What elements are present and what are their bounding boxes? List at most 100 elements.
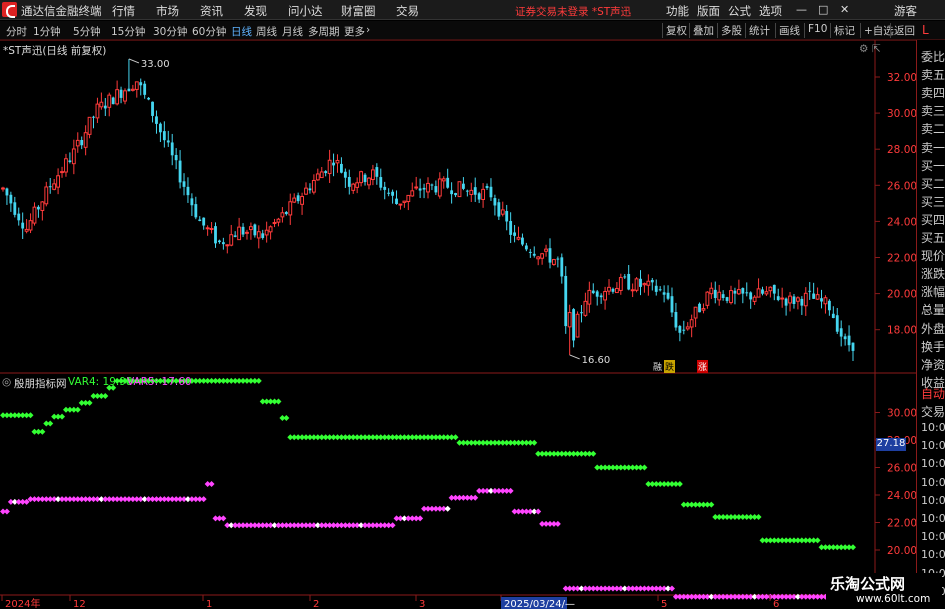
candle [795,296,800,310]
candle [194,196,198,220]
candle-body [426,182,430,193]
candle [398,203,403,210]
side-trade-label[interactable]: 自动 [921,385,945,402]
login-status[interactable]: 证券交易未登录 *ST声迅 [515,4,631,19]
period-tab-1min[interactable]: 1分钟 [33,24,61,39]
menu-item-quotes[interactable]: 行情 [112,3,135,19]
mark-button[interactable]: 标记 [830,23,855,38]
candle [87,116,92,139]
fall-marker[interactable]: 跌 [664,360,676,373]
multi-stock-button[interactable]: 多股 [717,23,742,38]
guest-label[interactable]: 游客 [894,3,917,19]
close-icon[interactable]: ✕ [840,3,849,16]
rise-marker[interactable]: 涨 [697,360,709,373]
minimize-icon[interactable]: — [796,3,807,16]
candle [587,281,592,313]
candle [174,148,178,170]
side-panel-toggle[interactable]: L [922,23,929,37]
period-tab-5min[interactable]: 5分钟 [73,24,101,39]
candle-body [123,90,127,102]
candle [379,168,383,191]
period-tab-multi[interactable]: 多周期 [308,24,340,39]
period-tab-monthly[interactable]: 月线 [282,24,303,39]
side-label: 卖一 [921,140,945,155]
period-tab-15min[interactable]: 15分钟 [111,24,145,39]
candle [233,231,237,238]
candle-body [209,228,214,231]
maximize-icon[interactable]: □ [818,3,828,16]
menu-item-ask[interactable]: 问小达 [288,3,323,19]
side-trade-label[interactable]: 交易 [921,403,945,420]
menu-item-news[interactable]: 资讯 [200,3,223,19]
var4-point [814,537,821,544]
x-tick-label: 2025/03/24/— [504,599,575,609]
candle-body [693,306,698,319]
candle [646,274,651,296]
candle-body [481,188,486,200]
candle-body [634,278,639,291]
candle-body [685,326,690,330]
stats-button[interactable]: 统计 [745,23,770,38]
candle-body [614,287,619,294]
chevron-right-icon[interactable]: › [366,24,370,36]
draw-line-button[interactable]: 画线 [775,23,800,38]
menu-item-layout[interactable]: 版面 [697,3,720,19]
candle [426,177,430,199]
candle-body [516,236,521,240]
candle-body [87,116,92,135]
margin-marker[interactable]: 融 [653,360,662,373]
period-tab-weekly[interactable]: 周线 [256,24,277,39]
menu-item-formula[interactable]: 公式 [728,3,751,19]
candle [772,284,776,301]
candle [422,183,426,199]
var4-series [0,377,856,551]
settings-icon[interactable]: ⚙ [859,43,868,55]
back-button[interactable]: 返回 [890,23,915,38]
candle [402,200,407,208]
candle-body [363,174,367,183]
candle-body [324,171,328,174]
f10-button[interactable]: F10 [804,23,827,38]
overlay-button[interactable]: 叠加 [689,23,714,38]
adjust-button[interactable]: 复权 [662,23,687,38]
candle-body [1,187,5,190]
candle [788,292,792,312]
menu-item-wealth[interactable]: 财富圈 [341,3,376,19]
candle [13,196,17,218]
period-tab-more[interactable]: 更多 [344,24,365,39]
candle [28,213,33,234]
candle-body [674,311,678,328]
candle [355,177,360,194]
menu-item-trade[interactable]: 交易 [396,3,419,19]
menu-item-function[interactable]: 功能 [666,3,689,19]
period-tab-60min[interactable]: 60分钟 [192,24,226,39]
candle-body [68,160,72,163]
period-tab-30min[interactable]: 30分钟 [153,24,187,39]
candle [489,178,493,201]
watermark-url: www.60lt.com [856,593,931,605]
indicator-pane-title[interactable]: 殷朋指标网 [14,376,67,391]
candle [450,182,454,204]
candle [363,173,367,186]
expand-icon[interactable]: ⇱ [872,43,881,55]
menu-item-options[interactable]: 选项 [759,3,782,19]
period-tab-timeshare[interactable]: 分时 [6,24,27,39]
candle [375,163,379,185]
menu-item-discover[interactable]: 发现 [244,3,267,19]
candle-body [736,289,741,295]
candle-body [186,186,190,196]
candle-body [107,94,112,108]
candle-body [162,131,166,141]
candle-body [768,286,773,292]
indicator-settings-icon[interactable]: ◎ [2,376,11,388]
candle [560,253,564,284]
menu-item-market[interactable]: 市场 [156,3,179,19]
candle-body [9,194,13,204]
add-watchlist-button[interactable]: +自选 [860,23,894,38]
candle-body [851,342,855,351]
candle-body [618,277,623,291]
candle [182,173,186,196]
chart-canvas[interactable]: 32.00 30.00 28.00 26.00 24.00 22.00 20.00 18.00… [0,40,916,609]
candle-body [194,204,198,218]
period-tab-daily[interactable]: 日线 [231,24,252,39]
